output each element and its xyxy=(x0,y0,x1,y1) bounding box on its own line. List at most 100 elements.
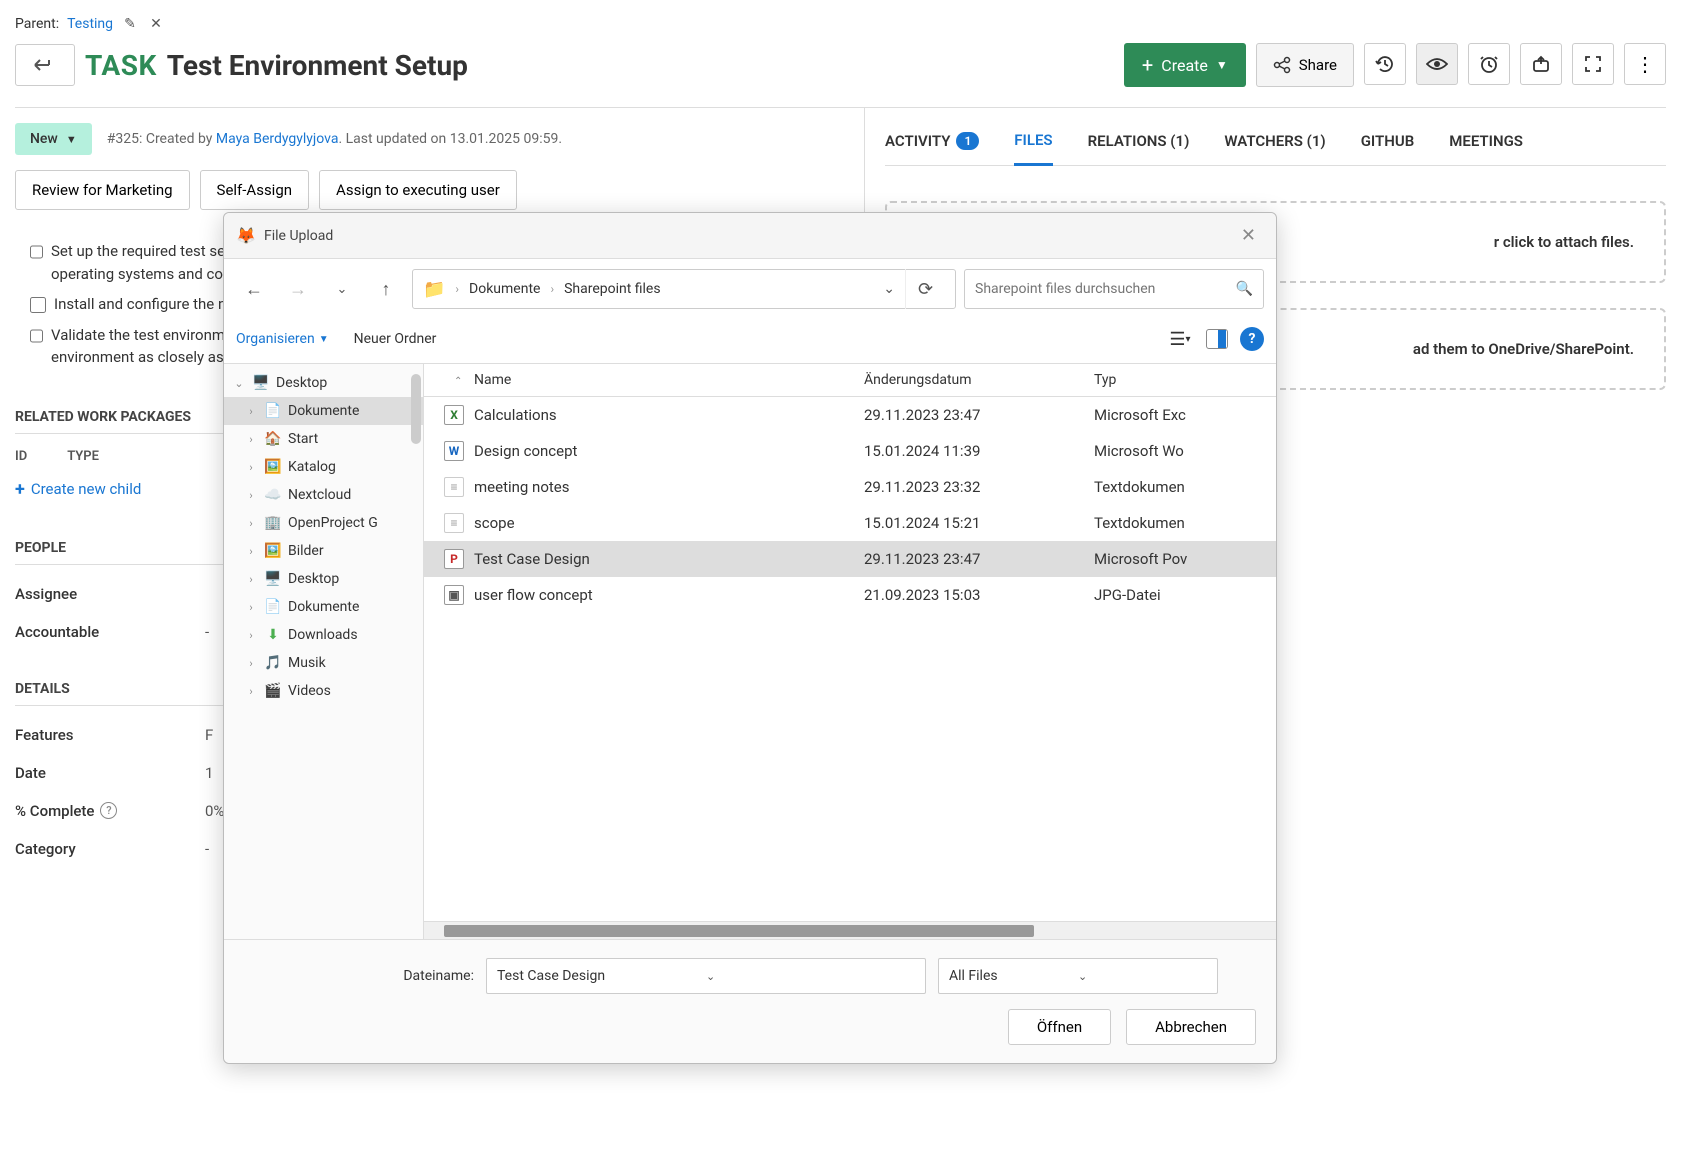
col-name-header[interactable]: Name xyxy=(474,372,511,388)
tree-label: Musik xyxy=(288,655,326,671)
crumb-dokumente[interactable]: Dokumente xyxy=(469,281,540,297)
back-arrow-icon xyxy=(33,57,57,73)
tree-item[interactable]: ›🖼️Katalog xyxy=(224,453,423,481)
tab-files[interactable]: FILES xyxy=(1014,123,1052,166)
refresh-button[interactable]: ⟳ xyxy=(905,269,945,309)
expand-icon[interactable]: › xyxy=(244,405,258,418)
nav-up-button[interactable]: ↑ xyxy=(368,271,404,307)
expand-icon[interactable]: › xyxy=(244,517,258,530)
tree-item[interactable]: ›🎬Videos xyxy=(224,677,423,705)
search-box[interactable]: 🔍 xyxy=(964,269,1264,309)
expand-icon[interactable]: › xyxy=(244,685,258,698)
close-parent-icon[interactable]: ✕ xyxy=(147,15,165,33)
nav-back-button[interactable]: ← xyxy=(236,271,272,307)
checkbox[interactable] xyxy=(30,297,46,313)
expand-icon[interactable]: › xyxy=(244,629,258,642)
edit-icon[interactable]: ✎ xyxy=(121,15,139,33)
tree-item[interactable]: ›🖥️Desktop xyxy=(224,565,423,593)
path-dropdown-icon[interactable]: ⌄ xyxy=(883,281,895,297)
tree-item[interactable]: ›🎵Musik xyxy=(224,649,423,677)
tree-item[interactable]: ›📄Dokumente xyxy=(224,593,423,621)
crumb-sharepoint[interactable]: Sharepoint files xyxy=(564,281,661,297)
tab-github[interactable]: GITHUB xyxy=(1361,123,1415,165)
back-button[interactable] xyxy=(15,44,75,86)
author-link[interactable]: Maya Berdygylyjova xyxy=(216,131,339,147)
export-button[interactable] xyxy=(1520,43,1562,85)
chevron-right-icon: › xyxy=(455,282,459,296)
date-value[interactable]: 1 xyxy=(205,764,213,782)
preview-pane-button[interactable] xyxy=(1206,329,1228,349)
tree-item[interactable]: ›📄Dokumente xyxy=(224,397,423,425)
share-button[interactable]: Share xyxy=(1256,43,1354,87)
file-row[interactable]: ≡scope 15.01.2024 15:21 Textdokumen xyxy=(424,505,1276,541)
expand-icon[interactable]: › xyxy=(244,601,258,614)
watch-button[interactable] xyxy=(1416,43,1458,85)
folder-type-icon: 🖼️ xyxy=(264,459,282,475)
checkbox[interactable] xyxy=(30,328,43,344)
path-box[interactable]: 📁 › Dokumente › Sharepoint files ⌄ ⟳ xyxy=(412,269,956,309)
nav-forward-button[interactable]: → xyxy=(280,271,316,307)
close-dialog-button[interactable]: ✕ xyxy=(1233,221,1264,250)
accountable-value[interactable]: - xyxy=(205,623,209,641)
cancel-button[interactable]: Abbrechen xyxy=(1126,1009,1256,1045)
expand-icon[interactable]: › xyxy=(244,461,258,474)
export-icon xyxy=(1532,55,1550,73)
tree-item[interactable]: ›🖼️Bilder xyxy=(224,537,423,565)
new-folder-button[interactable]: Neuer Ordner xyxy=(354,331,437,347)
filename-input[interactable]: Test Case Design ⌄ xyxy=(486,958,926,994)
reminder-button[interactable] xyxy=(1468,43,1510,85)
review-marketing-button[interactable]: Review for Marketing xyxy=(15,170,190,210)
tab-meetings[interactable]: MEETINGS xyxy=(1449,123,1523,165)
search-input[interactable] xyxy=(975,281,1236,297)
file-row[interactable]: XCalculations 29.11.2023 23:47 Microsoft… xyxy=(424,397,1276,433)
expand-icon[interactable]: › xyxy=(244,489,258,502)
fullscreen-button[interactable] xyxy=(1572,43,1614,85)
nav-recent-button[interactable]: ⌄ xyxy=(324,271,360,307)
tree-item[interactable]: ⌄🖥️Desktop xyxy=(224,369,423,397)
clock-icon xyxy=(1479,54,1499,74)
help-icon[interactable]: ? xyxy=(100,802,117,819)
filter-select[interactable]: All Files ⌄ xyxy=(938,958,1218,994)
expand-icon[interactable]: › xyxy=(244,657,258,670)
status-badge[interactable]: New ▼ xyxy=(15,123,92,155)
more-button[interactable]: ⋮ xyxy=(1624,43,1666,85)
col-type-header[interactable]: Typ xyxy=(1094,372,1276,388)
file-row[interactable]: ≡meeting notes 29.11.2023 23:32 Textdoku… xyxy=(424,469,1276,505)
expand-icon[interactable]: ⌄ xyxy=(232,377,246,390)
create-button[interactable]: + Create ▼ xyxy=(1124,43,1246,87)
self-assign-button[interactable]: Self-Assign xyxy=(200,170,310,210)
tab-watchers[interactable]: WATCHERS (1) xyxy=(1224,123,1325,165)
expand-icon[interactable]: › xyxy=(244,573,258,586)
open-button[interactable]: Öffnen xyxy=(1008,1009,1111,1045)
chevron-down-icon: ▼ xyxy=(1216,58,1228,72)
search-icon[interactable]: 🔍 xyxy=(1236,281,1253,297)
features-value[interactable]: F xyxy=(205,726,213,744)
file-row[interactable]: PTest Case Design 29.11.2023 23:47 Micro… xyxy=(424,541,1276,577)
category-value[interactable]: - xyxy=(205,840,209,858)
tree-item[interactable]: ›🏠Start xyxy=(224,425,423,453)
tree-scrollbar[interactable] xyxy=(411,374,421,444)
file-row[interactable]: ▣user flow concept 21.09.2023 15:03 JPG-… xyxy=(424,577,1276,613)
horizontal-scrollbar[interactable] xyxy=(424,921,1276,939)
view-list-button[interactable]: ☰ ▾ xyxy=(1166,325,1194,353)
file-row[interactable]: WDesign concept 15.01.2024 11:39 Microso… xyxy=(424,433,1276,469)
tree-item[interactable]: ›⬇Downloads xyxy=(224,621,423,649)
tab-activity[interactable]: ACTIVITY1 xyxy=(885,123,979,165)
tab-relations[interactable]: RELATIONS (1) xyxy=(1088,123,1190,165)
assign-executing-button[interactable]: Assign to executing user xyxy=(319,170,517,210)
help-button[interactable]: ? xyxy=(1240,327,1264,351)
organize-button[interactable]: Organisieren ▼ xyxy=(236,331,329,347)
task-title[interactable]: Test Environment Setup xyxy=(167,49,468,82)
expand-icon[interactable]: › xyxy=(244,545,258,558)
chevron-down-icon[interactable]: ⌄ xyxy=(706,970,915,983)
complete-value[interactable]: 0% xyxy=(205,802,224,820)
history-button[interactable] xyxy=(1364,43,1406,85)
expand-icon[interactable]: › xyxy=(244,433,258,446)
tree-item[interactable]: ›🏢OpenProject G xyxy=(224,509,423,537)
file-type: Textdokumen xyxy=(1094,478,1276,496)
parent-link[interactable]: Testing xyxy=(67,16,113,32)
folder-tree[interactable]: ⌄🖥️Desktop›📄Dokumente›🏠Start›🖼️Katalog›☁… xyxy=(224,364,424,939)
checkbox[interactable] xyxy=(30,244,43,260)
tree-item[interactable]: ›☁️Nextcloud xyxy=(224,481,423,509)
col-date-header[interactable]: Änderungsdatum xyxy=(864,372,1094,388)
